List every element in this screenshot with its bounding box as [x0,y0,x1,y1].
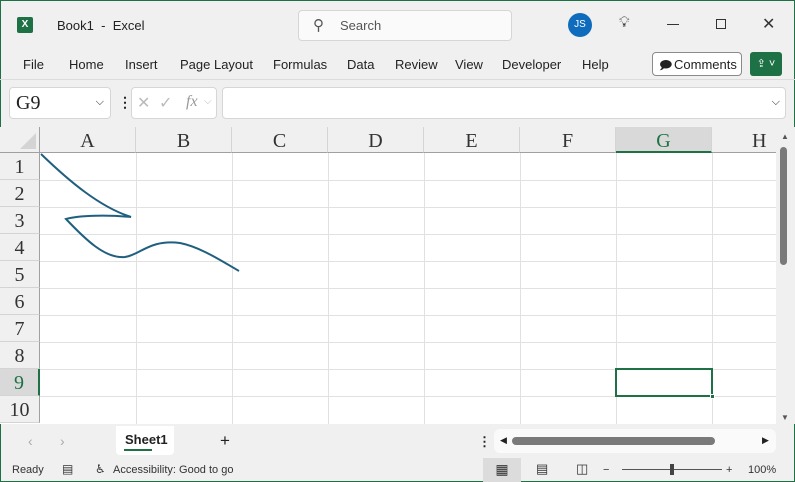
zoom-slider-thumb[interactable] [670,464,674,475]
document-name: Book1 [57,18,94,33]
share-button[interactable]: ⇪ ˅ [750,52,782,76]
share-icon: ⇪ ˅ [756,58,776,70]
scroll-left-icon[interactable]: ◀ [500,435,507,446]
zoom-in-button[interactable]: + [726,464,732,476]
menu-home[interactable]: Home [69,57,104,72]
title-separator: - [101,18,106,33]
page-break-view-button[interactable]: ◫ [576,461,588,477]
menu-developer[interactable]: Developer [502,57,561,72]
more-icon[interactable]: ⋮ [478,434,491,450]
vertical-scrollbar[interactable]: ▲ ▼ [776,127,795,424]
horizontal-scroll-thumb[interactable] [512,437,715,445]
menu-file[interactable]: File [23,57,44,72]
status-ready: Ready [12,464,44,476]
vertical-scroll-thumb[interactable] [780,147,787,265]
avatar[interactable]: JS [568,13,592,37]
sheet-tab-sheet1[interactable]: Sheet1 [116,426,174,455]
cancel-icon[interactable]: ✕ [137,93,150,113]
scroll-right-icon[interactable]: ▶ [762,435,769,446]
ribbon-divider [0,79,795,80]
insert-function-button[interactable]: fx [186,93,198,111]
more-icon[interactable]: ⋮ [118,94,132,111]
horizontal-scrollbar[interactable]: ◀ ▶ [494,429,776,453]
menu-review[interactable]: Review [395,57,438,72]
accessibility-icon[interactable]: ♿︎ [95,462,106,476]
formula-buttons: ✕ ✓ fx ⌵ [131,87,217,119]
scroll-down-icon[interactable]: ▼ [781,413,789,422]
selected-cell-g9[interactable] [615,368,715,399]
ink-curve[interactable] [40,153,240,272]
name-box[interactable]: G9 ⌵ [9,87,111,119]
next-sheet-icon[interactable]: › [60,433,65,449]
maximize-button[interactable] [716,19,726,29]
zoom-level[interactable]: 100% [748,464,776,476]
enter-icon[interactable]: ✓ [159,93,172,113]
menu-insert[interactable]: Insert [125,57,158,72]
close-button[interactable]: ✕ [762,14,775,34]
menu-page-layout[interactable]: Page Layout [180,57,253,72]
normal-view-button[interactable]: ▦ [483,458,521,482]
add-sheet-button[interactable]: + [220,431,230,451]
menu-formulas[interactable]: Formulas [273,57,327,72]
menu-view[interactable]: View [455,57,483,72]
formula-input[interactable]: ⌵ [222,87,786,119]
search-placeholder: Search [340,18,382,33]
spreadsheet-grid[interactable]: A B C D E F G H 1 2 3 4 5 6 7 8 9 10 [0,127,776,424]
zoom-out-button[interactable]: − [603,464,609,476]
chevron-down-icon[interactable]: ⌵ [96,96,104,109]
window-title: Book1 - Excel [57,18,144,33]
name-box-value: G9 [16,92,41,114]
comments-label: Comments [674,57,737,72]
comment-icon: 🗩︎ [659,58,673,72]
chevron-down-icon[interactable]: ⌵ [204,96,212,107]
lightbulb-icon[interactable]: 💡︎ [619,14,630,31]
comments-button[interactable]: 🗩︎ Comments [652,52,742,76]
prev-sheet-icon[interactable]: ‹ [28,433,33,449]
page-layout-view-button[interactable]: ▤ [536,461,548,477]
excel-logo-icon: X [17,17,33,33]
accessibility-status[interactable]: Accessibility: Good to go [113,464,233,476]
minimize-button[interactable] [667,24,679,25]
search-box[interactable]: ⚲ Search [298,10,512,41]
macro-recording-icon[interactable]: ▤ [62,462,73,476]
expand-formula-bar-icon[interactable]: ⌵ [772,96,780,109]
app-name: Excel [112,18,145,33]
sheet-tab-label: Sheet1 [125,432,168,447]
scroll-up-icon[interactable]: ▲ [781,132,789,141]
menu-help[interactable]: Help [582,57,609,72]
menu-data[interactable]: Data [347,57,374,72]
search-icon: ⚲ [313,17,324,34]
